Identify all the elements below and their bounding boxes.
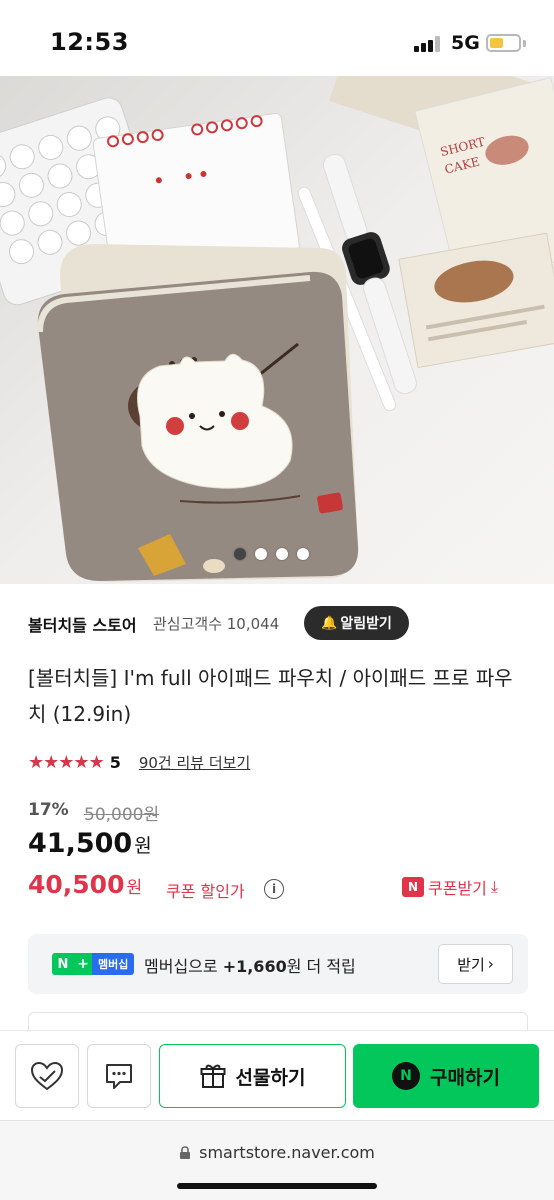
review-link[interactable]: 90건 리뷰 더보기 — [139, 752, 250, 773]
heart-check-icon — [30, 1061, 64, 1091]
membership-box: N + 멤버십 멤버십으로 +1,660원 더 적립 받기 › — [28, 934, 528, 994]
sale-price: 41,500 원 — [28, 828, 152, 859]
coupon-get-button[interactable]: N 쿠폰받기 ⤓ — [402, 875, 498, 899]
notify-label: 알림받기 — [340, 616, 392, 632]
coupon-price-row: 40,500 원 쿠폰 할인가 i N 쿠폰받기 ⤓ — [28, 870, 528, 904]
store-row: 볼터치들 스토어 관심고객수 10,044 🔔 알림받기 — [28, 606, 528, 640]
rating-row: ★★★★★ 5 90건 리뷰 더보기 — [28, 750, 250, 774]
sale-price-unit: 원 — [134, 835, 152, 857]
bottom-action-bar: 선물하기 N 구매하기 — [0, 1030, 554, 1120]
rating-stars-icon: ★★★★★ — [28, 751, 105, 773]
product-image[interactable]: SHORT CAKE — [0, 76, 554, 584]
home-indicator[interactable] — [177, 1183, 377, 1189]
gift-button[interactable]: 선물하기 — [159, 1044, 346, 1108]
carousel-dot[interactable] — [297, 548, 309, 560]
coupon-price-amount: 40,500 — [28, 870, 125, 899]
membership-text: 멤버십으로 +1,660원 더 적립 — [144, 953, 356, 977]
url-text: smartstore.naver.com — [199, 1143, 375, 1162]
chat-icon — [106, 1064, 132, 1089]
sale-price-amount: 41,500 — [28, 828, 133, 859]
carousel-dot[interactable] — [234, 548, 246, 560]
membership-receive-button[interactable]: 받기 › — [438, 944, 513, 984]
buy-button[interactable]: N 구매하기 — [353, 1044, 539, 1108]
wishlist-button[interactable] — [15, 1044, 79, 1108]
network-label: 5G — [451, 32, 480, 54]
bell-plus-icon: 🔔 — [321, 615, 338, 631]
naver-n-icon: N — [392, 1062, 421, 1090]
gift-icon — [200, 1064, 226, 1088]
coupon-price-unit: 원 — [126, 878, 143, 898]
lock-icon — [180, 1145, 191, 1159]
status-time: 12:53 — [50, 28, 129, 56]
coupon-get-label: 쿠폰받기 — [428, 879, 487, 898]
naver-n-icon: N — [402, 877, 424, 897]
gift-label: 선물하기 — [235, 1066, 306, 1089]
browser-url-bar[interactable]: smartstore.naver.com — [0, 1120, 554, 1200]
original-price: 50,000원 — [84, 805, 160, 825]
plus-icon: + — [74, 953, 92, 975]
status-bar: 12:53 5G — [0, 0, 554, 76]
product-title: [볼터치들] I'm full 아이패드 파우치 / 아이패드 프로 파우치 (… — [28, 666, 513, 726]
membership-receive-label: 받기 — [457, 955, 485, 974]
carousel-dot[interactable] — [276, 548, 288, 560]
discount-rate: 17% — [28, 800, 69, 820]
store-followers: 관심고객수 10,044 — [153, 615, 280, 633]
product-photo-illustration: SHORT CAKE — [0, 76, 554, 584]
signal-icon — [414, 36, 440, 52]
coupon-label: 쿠폰 할인가 — [166, 882, 245, 901]
chevron-right-icon: › — [487, 955, 494, 973]
url-display[interactable]: smartstore.naver.com — [0, 1143, 554, 1162]
download-icon: ⤓ — [490, 877, 498, 896]
membership-badge: N + 멤버십 — [52, 953, 135, 975]
rating-value: 5 — [109, 752, 121, 772]
talk-button[interactable] — [87, 1044, 151, 1108]
carousel-indicator[interactable] — [234, 548, 309, 562]
membership-label: 멤버십 — [92, 953, 135, 975]
battery-icon — [486, 34, 521, 52]
membership-text-prefix: 멤버십으로 — [144, 957, 223, 976]
notify-button[interactable]: 🔔 알림받기 — [304, 606, 409, 640]
info-icon[interactable]: i — [264, 879, 284, 899]
naver-n-icon: N — [52, 953, 74, 975]
coupon-price: 40,500 원 — [28, 870, 142, 899]
membership-points: +1,660 — [222, 957, 287, 976]
buy-label: 구매하기 — [430, 1066, 500, 1089]
membership-text-suffix: 원 더 적립 — [286, 957, 356, 976]
carousel-dot[interactable] — [255, 548, 267, 560]
store-name[interactable]: 볼터치들 스토어 — [28, 612, 137, 636]
